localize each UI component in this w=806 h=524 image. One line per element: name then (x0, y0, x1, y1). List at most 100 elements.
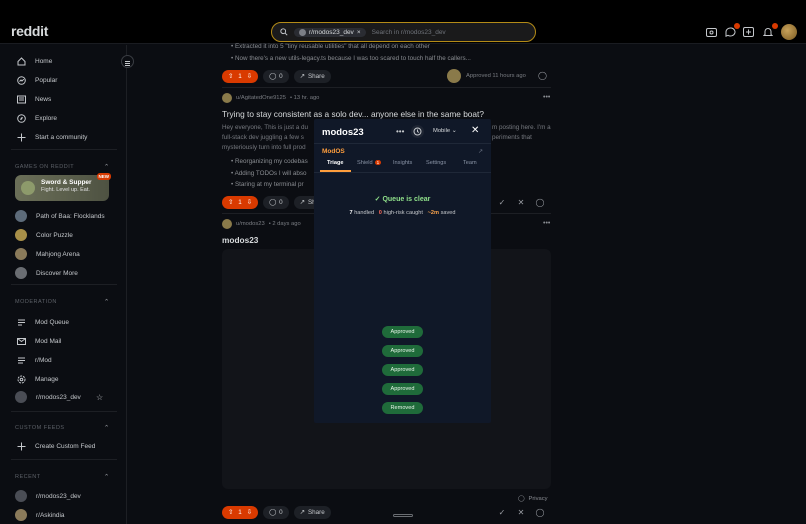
chevron-up-icon[interactable]: ⌃ (104, 298, 110, 306)
custom-feeds-section-header[interactable]: CUSTOM FEEDS ⌃ (15, 424, 110, 432)
manage-label: Manage (35, 376, 59, 383)
notifications-icon[interactable] (762, 23, 778, 37)
shield-count-badge: 1 (374, 160, 382, 165)
mod-queue-label: Mod Queue (35, 319, 69, 326)
r-mod-item[interactable]: r/Mod (17, 356, 52, 365)
tab-shield[interactable]: Shield 1 (357, 160, 382, 166)
history-pill[interactable]: Approved (382, 383, 423, 395)
community-avatar-icon (15, 509, 27, 521)
tab-team[interactable]: Team (463, 160, 477, 166)
post-title[interactable]: Trying to stay consistent as a solo dev.… (222, 109, 484, 119)
share-button[interactable]: ↗ Share (293, 506, 331, 519)
vote-control[interactable]: ⇧ 1 ⇩ (222, 196, 259, 209)
moderator-avatar (447, 69, 461, 83)
search-input[interactable]: Search in r/modos23_dev (372, 29, 446, 36)
comments-button[interactable]: ◯ 0 (263, 506, 289, 519)
manage-item[interactable]: Manage (17, 375, 59, 384)
upvote-icon[interactable]: ⇧ (228, 199, 233, 206)
tab-triage[interactable]: Triage (327, 160, 343, 166)
user-avatar[interactable] (781, 24, 797, 40)
privacy-link[interactable]: ◯ Privacy (518, 496, 548, 502)
mod-mail-item[interactable]: Mod Mail (17, 337, 61, 346)
nav-news[interactable]: News (17, 95, 51, 104)
left-sidebar: Home Popular News Explore Start a commun… (0, 45, 127, 524)
create-icon[interactable] (742, 27, 754, 37)
comments-button[interactable]: ◯ 0 (263, 70, 289, 83)
nav-explore[interactable]: Explore (17, 114, 57, 123)
share-button[interactable]: ↗ Share (293, 70, 331, 83)
recent-item[interactable]: r/modos23_dev (15, 490, 81, 502)
chevron-up-icon[interactable]: ⌃ (104, 163, 110, 171)
moderation-section-header[interactable]: MODERATION ⌃ (15, 298, 110, 306)
upvote-icon[interactable]: ⇧ (228, 509, 233, 516)
chevron-up-icon[interactable]: ⌃ (104, 473, 110, 481)
share-icon: ↗ (299, 509, 305, 516)
more-options-icon[interactable]: ••• (543, 220, 550, 227)
game-item[interactable]: Color Puzzle (15, 229, 73, 241)
approve-icon[interactable]: ✓ (497, 507, 507, 517)
more-options-icon[interactable]: ••• (396, 127, 404, 136)
downvote-icon[interactable]: ⇩ (247, 199, 252, 206)
vote-control[interactable]: ⇧ 1 ⇩ (222, 70, 259, 83)
shield-icon[interactable]: ◯ (535, 507, 545, 517)
post-actions: ⇧ 1 ⇩ ◯ 0 ↗ Share (222, 70, 331, 83)
tab-insights[interactable]: Insights (393, 160, 412, 166)
game-item[interactable]: Discover More (15, 267, 78, 279)
author-name[interactable]: u/AgitatedOne9125 (236, 95, 286, 101)
close-icon[interactable]: ✕ (471, 125, 479, 136)
remove-icon[interactable]: ✕ (516, 197, 526, 207)
game-item[interactable]: Path of Baa: Flocklands (15, 210, 105, 222)
post-author[interactable]: u/modos23 • 2 days ago (222, 219, 301, 229)
nav-start-community[interactable]: Start a community (17, 133, 87, 142)
share-label: Share (307, 509, 325, 516)
more-options-icon[interactable]: ••• (543, 94, 550, 101)
vote-control[interactable]: ⇧ 1 ⇩ (222, 506, 259, 519)
chip-close-icon[interactable]: × (357, 29, 361, 36)
community-chip[interactable]: r/modos23_dev × (294, 27, 366, 37)
history-pill[interactable]: Approved (382, 326, 423, 338)
downvote-icon[interactable]: ⇩ (247, 73, 252, 80)
collapse-sidebar-button[interactable] (121, 55, 134, 68)
history-pill[interactable]: Approved (382, 364, 423, 376)
external-link-icon[interactable]: ↗ (478, 148, 483, 155)
recent-item[interactable]: r/Askindia (15, 509, 65, 521)
star-icon[interactable]: ☆ (96, 393, 103, 402)
popular-icon (17, 76, 26, 85)
chevron-up-icon[interactable]: ⌃ (104, 424, 110, 432)
post-author[interactable]: u/AgitatedOne9125 • 13 hr. ago (222, 93, 319, 103)
history-icon[interactable] (411, 125, 424, 138)
games-section-header[interactable]: GAMES ON REDDIT ⌃ (15, 163, 110, 171)
divider (11, 149, 117, 150)
view-mode-select[interactable]: Mobile ⌄ (433, 128, 457, 134)
game-item[interactable]: Mahjong Arena (15, 248, 80, 260)
create-custom-feed-item[interactable]: Create Custom Feed (17, 442, 95, 451)
remove-icon[interactable]: ✕ (516, 507, 526, 517)
comments-button[interactable]: ◯ 0 (263, 196, 289, 209)
history-pill[interactable]: Approved (382, 345, 423, 357)
author-name[interactable]: u/modos23 (236, 221, 265, 227)
search-bar[interactable]: r/modos23_dev × Search in r/modos23_dev (271, 22, 536, 42)
post-body: mysteriously turn into full prod (222, 144, 306, 151)
post-body: Hey everyone, This is just a du (222, 124, 308, 131)
history-pill[interactable]: Removed (382, 402, 423, 414)
nav-popular[interactable]: Popular (17, 76, 57, 85)
upvote-icon[interactable]: ⇧ (228, 73, 233, 80)
approve-icon[interactable]: ✓ (497, 197, 507, 207)
reddit-logo[interactable]: reddit (11, 23, 48, 39)
mod-queue-item[interactable]: Mod Queue (17, 318, 69, 327)
nav-home[interactable]: Home (17, 57, 52, 66)
chat-icon[interactable] (724, 23, 740, 37)
downvote-icon[interactable]: ⇩ (247, 509, 252, 516)
advertise-icon[interactable] (705, 27, 717, 37)
shield-icon[interactable]: ◯ (535, 197, 545, 207)
post-title[interactable]: modos23 (222, 235, 258, 245)
scroll-handle[interactable] (393, 514, 413, 517)
community-item[interactable]: r/modos23_dev ☆ (15, 391, 110, 403)
featured-game-card[interactable]: Sword & Supper Fight. Level up. Eat. NEW (15, 173, 111, 201)
games-header-label: GAMES ON REDDIT (15, 164, 75, 170)
recent-label: r/Askindia (36, 511, 65, 519)
new-badge: NEW (96, 173, 111, 180)
shield-icon[interactable]: ◯ (538, 71, 547, 80)
tab-settings[interactable]: Settings (426, 160, 446, 166)
recent-section-header[interactable]: RECENT ⌃ (15, 473, 110, 481)
